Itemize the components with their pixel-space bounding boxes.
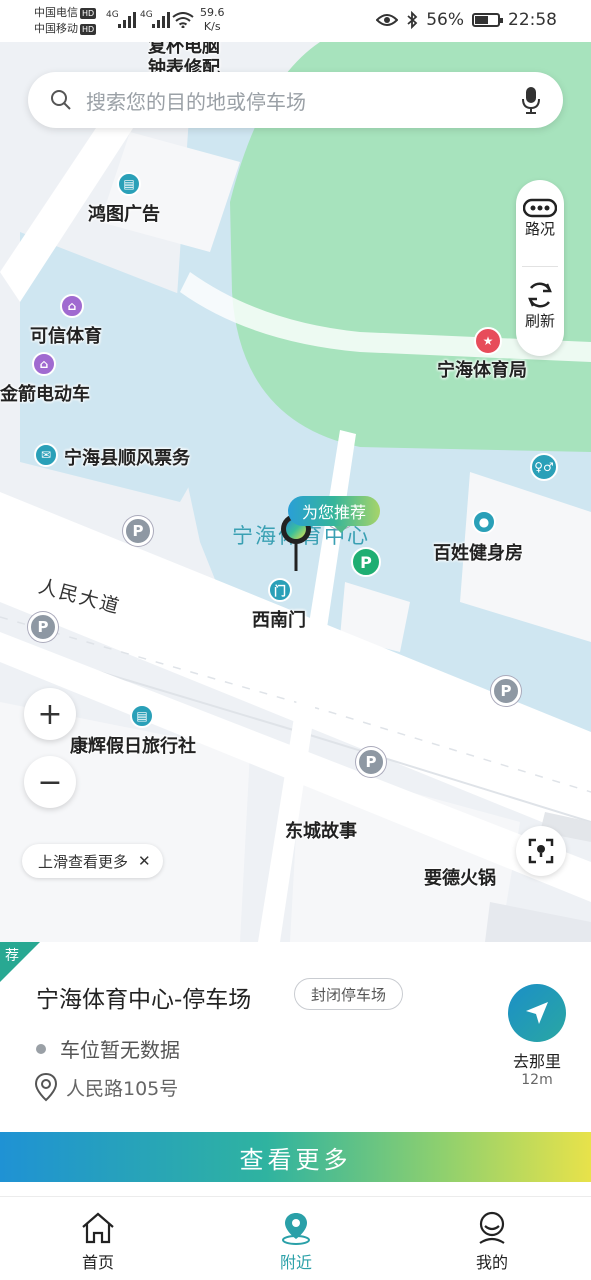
map-view[interactable]: 复杯电脑 钟表修配 ▤ 鸿图广告 ⌂ 可信体育 ⌂ 金箭电动车 ✉ 宁海县顺风票… bbox=[0, 42, 591, 942]
tab-nearby-label: 附近 bbox=[279, 1253, 312, 1272]
close-icon[interactable]: ✕ bbox=[138, 852, 151, 870]
navigation-arrow-icon bbox=[526, 1002, 548, 1024]
wifi-icon bbox=[172, 12, 194, 28]
view-more-button[interactable]: 查看更多 bbox=[0, 1132, 591, 1182]
tab-home-label: 首页 bbox=[81, 1253, 114, 1272]
search-icon bbox=[51, 90, 71, 110]
parking-spaces-text: 车位暂无数据 bbox=[60, 1038, 180, 1062]
bottom-tab-bar: 首页 附近 我的 bbox=[0, 1196, 591, 1280]
net-speed-unit: K/s bbox=[203, 20, 221, 33]
refresh-button[interactable]: 刷新 bbox=[516, 280, 564, 331]
traffic-icon bbox=[523, 198, 557, 218]
network-type: 4G bbox=[106, 10, 119, 20]
parking-marker[interactable]: P bbox=[356, 747, 386, 777]
ticket-icon[interactable]: ✉ bbox=[34, 443, 58, 467]
parking-address: 人民路105号 bbox=[34, 1072, 178, 1102]
hd-badge: HD bbox=[80, 8, 97, 19]
poi-label-xinanmen[interactable]: 西南门 bbox=[252, 606, 306, 632]
parking-type-tag: 封闭停车场 bbox=[294, 978, 404, 1010]
net-speed-value: 59.6 bbox=[200, 6, 225, 19]
clock: 22:58 bbox=[508, 10, 557, 30]
net-speed: 59.6 K/s bbox=[200, 6, 225, 34]
tab-mine[interactable]: 我的 bbox=[442, 1211, 542, 1273]
tab-nearby[interactable]: 附近 bbox=[246, 1211, 346, 1273]
tab-home[interactable]: 首页 bbox=[48, 1211, 148, 1273]
parking-spaces: 车位暂无数据 bbox=[36, 1034, 180, 1063]
building-icon[interactable]: ▤ bbox=[117, 172, 141, 196]
signal-icon bbox=[118, 12, 136, 28]
search-bar[interactable]: 搜索您的目的地或停车场 bbox=[28, 72, 563, 128]
poi-label-hongtu[interactable]: 鸿图广告 bbox=[88, 200, 160, 226]
shopping-bag-icon[interactable]: ⌂ bbox=[32, 352, 56, 376]
poi-label-shunfeng[interactable]: 宁海县顺风票务 bbox=[64, 444, 190, 470]
microphone-icon[interactable] bbox=[521, 86, 541, 114]
carrier-1: 中国电信 bbox=[34, 6, 78, 19]
refresh-icon bbox=[528, 282, 552, 308]
location-pin-icon bbox=[282, 1213, 310, 1245]
building-icon[interactable]: ▤ bbox=[130, 704, 154, 728]
parking-marker-available[interactable]: P bbox=[351, 547, 381, 577]
zoom-out-button[interactable]: − bbox=[24, 756, 76, 808]
user-icon bbox=[479, 1211, 505, 1244]
status-dot-icon bbox=[36, 1043, 46, 1054]
parking-marker[interactable]: P bbox=[491, 676, 521, 706]
poi-label-kanghui[interactable]: 康辉假日旅行社 bbox=[70, 732, 196, 758]
locate-button[interactable] bbox=[516, 826, 566, 876]
restroom-icon[interactable]: ♀♂ bbox=[530, 453, 558, 481]
poi-label-baixing[interactable]: 百姓健身房 bbox=[433, 539, 523, 565]
scan-locate-icon bbox=[528, 838, 554, 864]
battery-percent: 56% bbox=[426, 10, 464, 30]
carrier-info: 中国电信 HD 中国移动 HD bbox=[34, 5, 97, 37]
poi-label-dongcheng[interactable]: 东城故事 bbox=[285, 817, 357, 843]
parking-detail-card[interactable]: 荐 宁海体育中心-停车场 封闭停车场 车位暂无数据 人民路105号 去那里 12… bbox=[0, 942, 591, 1132]
carrier-2: 中国移动 bbox=[34, 22, 78, 35]
signal-icon bbox=[152, 12, 170, 28]
swipe-up-hint: 上滑查看更多 ✕ bbox=[22, 844, 163, 878]
fitness-icon[interactable]: ● bbox=[472, 510, 496, 534]
traffic-button[interactable]: 路况 bbox=[516, 198, 564, 239]
navigate-label[interactable]: 去那里 bbox=[500, 1048, 574, 1072]
swipe-up-hint-text: 上滑查看更多 bbox=[38, 852, 129, 871]
parking-marker[interactable]: P bbox=[28, 612, 58, 642]
shopping-bag-icon[interactable]: ⌂ bbox=[60, 294, 84, 318]
parking-lot-name: 宁海体育中心-停车场 bbox=[36, 987, 252, 1013]
battery-icon bbox=[472, 13, 503, 27]
traffic-label: 路况 bbox=[524, 220, 555, 238]
network-type: 4G bbox=[140, 10, 153, 20]
status-bar: 中国电信 HD 中国移动 HD 4G 4G 59.6 K/s 56% 22:58 bbox=[0, 0, 591, 42]
navigate-button[interactable] bbox=[508, 984, 566, 1042]
poi-label-jinjian[interactable]: 金箭电动车 bbox=[0, 380, 90, 406]
poi-label-kexin[interactable]: 可信体育 bbox=[30, 322, 102, 348]
poi-label-yaode[interactable]: 要德火锅 bbox=[424, 864, 496, 890]
eye-icon bbox=[376, 14, 399, 26]
map-base bbox=[0, 42, 591, 942]
refresh-label: 刷新 bbox=[524, 312, 555, 330]
location-pin-icon bbox=[34, 1072, 58, 1102]
parking-address-text: 人民路105号 bbox=[66, 1077, 179, 1100]
zoom-in-button[interactable]: + bbox=[24, 688, 76, 740]
parking-marker[interactable]: P bbox=[123, 516, 153, 546]
poi-label-sports-bureau[interactable]: 宁海体育局 bbox=[437, 356, 527, 382]
bluetooth-icon bbox=[407, 11, 418, 29]
recommend-corner-label: 荐 bbox=[5, 948, 19, 964]
hd-badge: HD bbox=[80, 24, 97, 35]
map-tools-panel: 路况 刷新 bbox=[516, 180, 564, 356]
search-input[interactable]: 搜索您的目的地或停车场 bbox=[86, 86, 306, 115]
home-icon bbox=[82, 1212, 114, 1244]
distance-label: 12m bbox=[521, 1072, 553, 1088]
recommend-bubble[interactable]: 为您推荐 bbox=[288, 496, 381, 533]
gate-icon[interactable]: 门 bbox=[268, 578, 292, 602]
tab-mine-label: 我的 bbox=[475, 1253, 508, 1272]
star-icon[interactable]: ★ bbox=[474, 327, 502, 355]
